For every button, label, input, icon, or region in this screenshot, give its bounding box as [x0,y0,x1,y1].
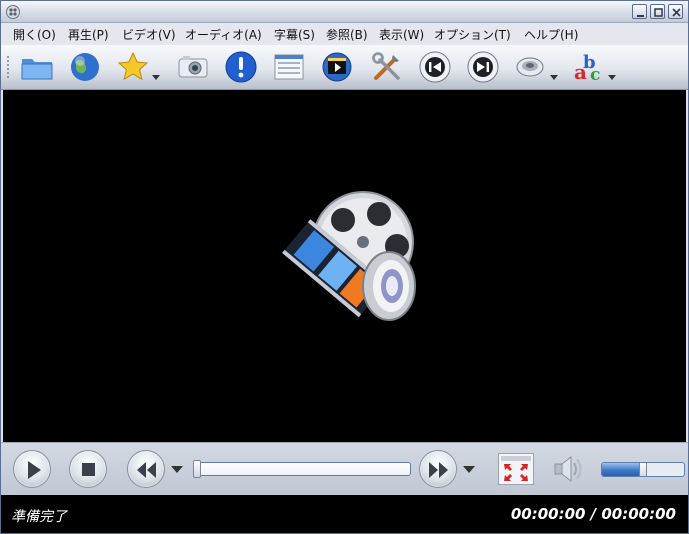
stop-icon [82,463,95,476]
subtitle-button[interactable]: a b c [571,49,607,85]
audio-track-button[interactable] [513,49,549,85]
control-bar [1,442,688,495]
menu-open[interactable]: 開く(O) [13,26,56,43]
open-file-button[interactable] [19,49,55,85]
fullscreen-icon [501,456,531,481]
menu-options[interactable]: オプション(T) [434,26,511,43]
smplayer-logo-icon [282,191,416,321]
menu-help[interactable]: ヘルプ(H) [524,26,578,43]
menu-video[interactable]: ビデオ(V) [122,26,176,43]
info-button[interactable] [223,49,259,85]
rewind-button[interactable] [127,450,165,488]
menu-subtitles[interactable]: 字幕(S) [274,26,315,43]
minimize-button[interactable] [632,4,647,19]
menu-play[interactable]: 再生(P) [68,26,109,43]
seek-handle[interactable] [193,460,201,478]
time-display: 00:00:00 / 00:00:00 [510,505,676,523]
rewind-icon [137,462,156,478]
minimize-icon [637,15,644,17]
forward-button[interactable] [419,450,457,488]
screenshot-camera-icon [178,56,208,78]
menu-bar: 開く(O) 再生(P) ビデオ(V) オーディオ(A) 字幕(S) 参照(B) … [1,23,688,45]
favorites-star-icon [117,51,149,81]
previous-icon [419,51,451,83]
status-bar: 準備完了 00:00:00 / 00:00:00 [1,495,688,533]
next-button[interactable] [465,49,501,85]
forward-icon [429,462,448,478]
close-icon [672,8,681,17]
subtitle-abc-icon: a b c [574,52,600,85]
screenshot-button[interactable] [175,49,211,85]
previous-button[interactable] [417,49,453,85]
forward-dropdown-arrow[interactable] [463,466,475,473]
status-text: 準備完了 [11,509,67,525]
audio-track-icon [516,57,544,77]
svg-text:c: c [590,65,600,85]
folder-open-icon [21,59,53,80]
menu-browse[interactable]: 参照(B) [326,26,368,43]
app-icon[interactable] [5,4,21,20]
toolbar-grip[interactable] [6,55,10,79]
globe-url-icon [71,53,99,81]
maximize-icon [654,8,663,17]
open-url-button[interactable] [67,49,103,85]
video-display[interactable] [3,90,686,442]
menu-view[interactable]: 表示(W) [379,26,424,43]
playlist-button[interactable] [271,49,307,85]
menu-audio[interactable]: オーディオ(A) [185,26,262,43]
player-window: 開く(O) 再生(P) ビデオ(V) オーディオ(A) 字幕(S) 参照(B) … [0,0,689,534]
fullscreen-button[interactable] [498,453,534,485]
favorites-button[interactable] [115,49,151,85]
preferences-tools-icon [372,52,400,80]
video-equalizer-button[interactable] [319,49,355,85]
preferences-button[interactable] [369,49,405,85]
volume-slider[interactable] [601,462,685,477]
stop-button[interactable] [69,450,107,488]
toolbar: a b c [1,45,688,90]
volume-handle[interactable] [639,463,647,476]
play-button[interactable] [13,450,51,488]
video-equalizer-icon [322,52,352,82]
volume-fill [602,463,643,476]
close-button[interactable] [668,4,683,19]
subtitle-dropdown-arrow[interactable] [608,75,616,80]
next-icon [467,51,499,83]
seek-bar[interactable] [193,460,411,478]
maximize-button[interactable] [650,4,665,19]
audio-track-dropdown-arrow[interactable] [550,75,558,80]
favorites-dropdown-arrow[interactable] [152,75,160,80]
speaker-icon[interactable] [549,453,585,485]
info-exclamation-icon [225,51,257,83]
play-icon [28,461,41,479]
rewind-dropdown-arrow[interactable] [171,466,183,473]
playlist-icon [274,54,304,80]
title-bar [1,1,688,23]
